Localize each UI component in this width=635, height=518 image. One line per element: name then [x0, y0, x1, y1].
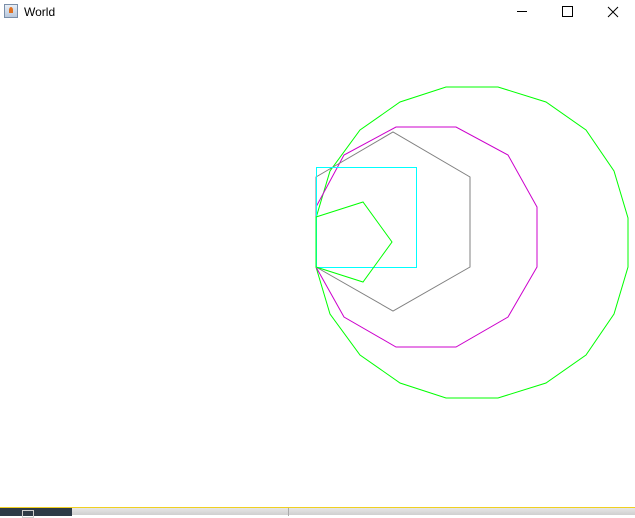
close-icon: [607, 6, 619, 18]
minimize-button[interactable]: [498, 0, 544, 24]
title-bar: World: [0, 0, 635, 24]
square-shape: [316, 167, 417, 268]
drawing-canvas: [315, 86, 629, 399]
close-button[interactable]: [590, 0, 635, 24]
window-title: World: [24, 5, 56, 19]
dodecagon-shape: [315, 126, 538, 348]
icosagon-shape: [315, 86, 629, 399]
pentagon-shape: [315, 201, 393, 283]
maximize-button[interactable]: [544, 0, 590, 24]
taskbar: [0, 507, 635, 518]
java-icon[interactable]: [4, 4, 18, 18]
